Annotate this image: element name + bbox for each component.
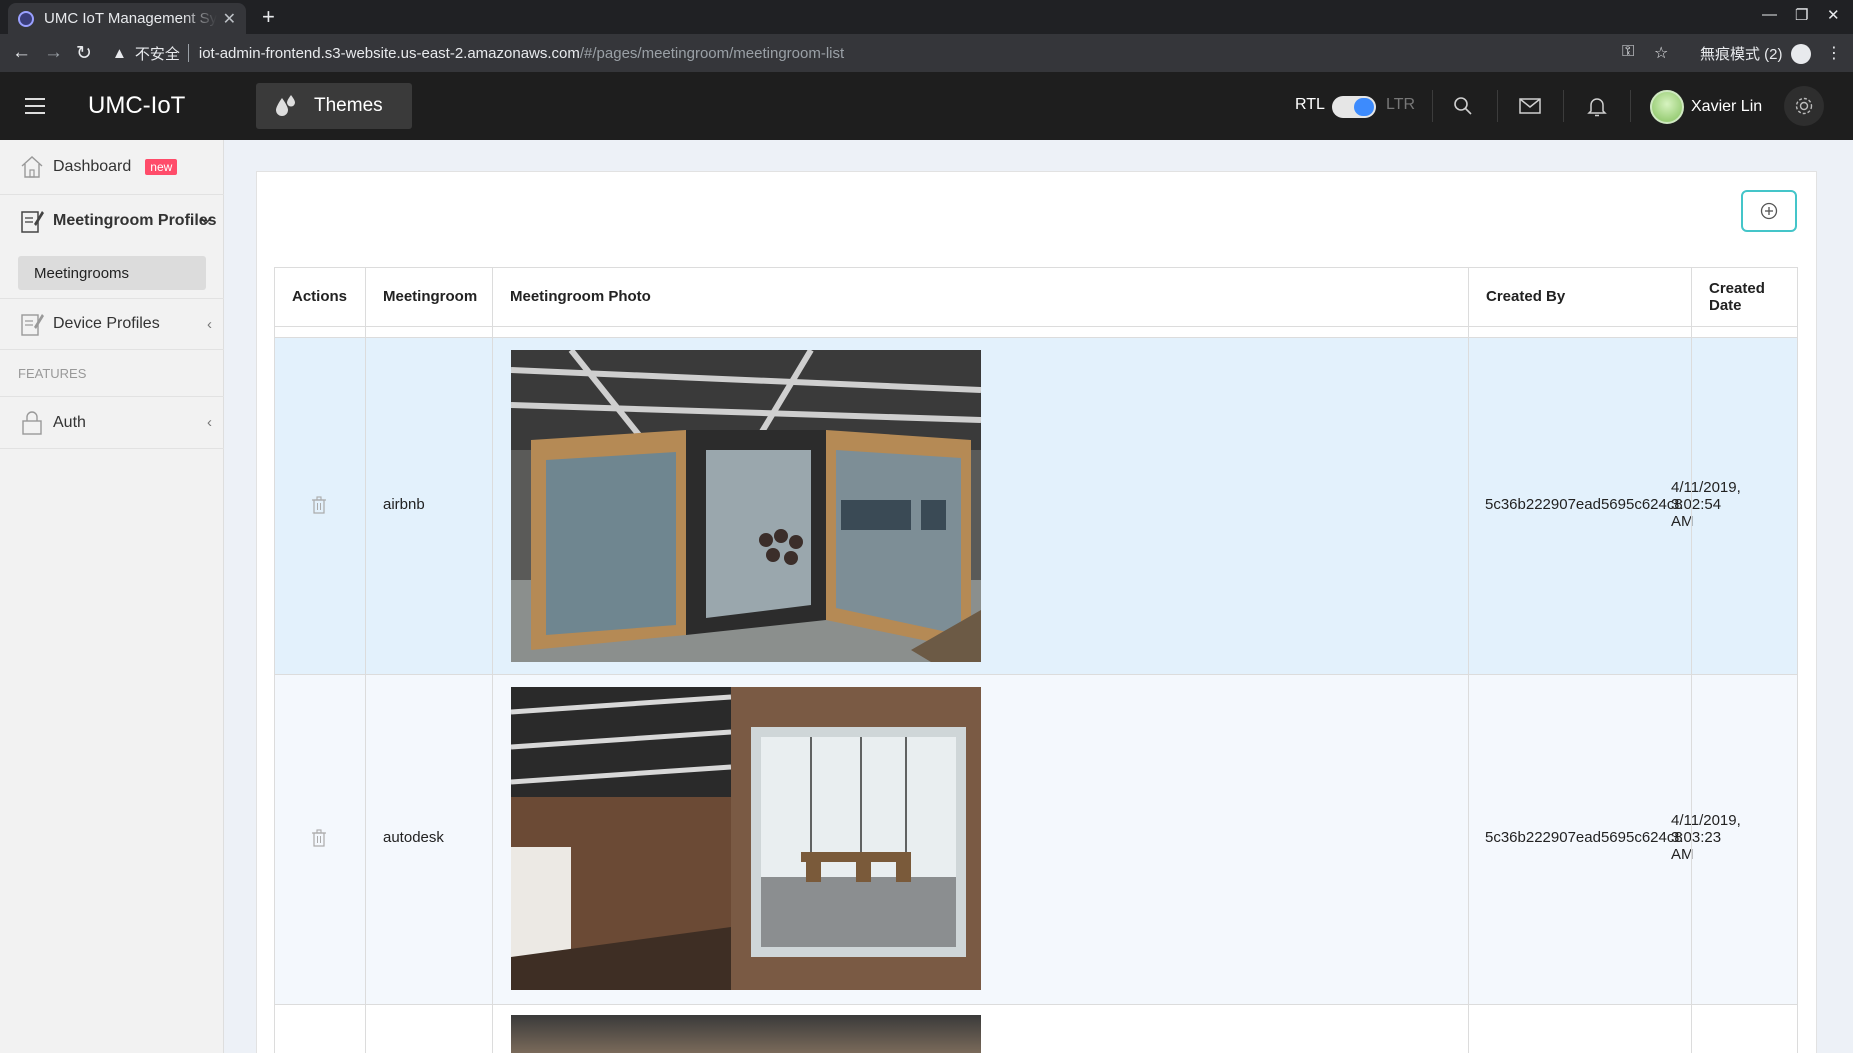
sidebar-item-label: Device Profiles	[53, 315, 160, 332]
created-by: 5c36b222907ead5695c624c8	[1485, 496, 1683, 513]
themes-button[interactable]: Themes	[256, 83, 412, 129]
rtl-label: RTL	[1295, 96, 1325, 113]
incognito-indicator[interactable]: 無痕模式 (2)	[1700, 43, 1811, 64]
sidebar-item-device-profiles[interactable]: Device Profiles ‹	[0, 298, 224, 350]
search-icon[interactable]	[1452, 95, 1476, 117]
sidebar-item-label: Dashboard	[53, 158, 132, 175]
incognito-icon	[1790, 43, 1811, 64]
home-icon	[21, 156, 43, 178]
meetingroom-photo	[511, 350, 981, 662]
table-row[interactable]: airbnb 5c36b222907ead5695c624c8 4/11/201…	[275, 338, 1797, 675]
user-name[interactable]: Xavier Lin	[1691, 98, 1762, 116]
meetingroom-photo	[511, 1015, 981, 1053]
sidebar-item-label: Meetingroom Profiles	[53, 212, 217, 229]
meetingroom-photo	[511, 687, 981, 990]
edit-document-icon	[21, 211, 44, 233]
sidebar-item-auth[interactable]: Auth ‹	[0, 397, 224, 449]
incognito-label: 無痕模式 (2)	[1700, 46, 1783, 63]
key-icon[interactable]: ⚿	[1622, 43, 1634, 61]
plus-circle-icon	[1760, 202, 1778, 220]
back-icon[interactable]: ←	[12, 42, 31, 64]
layout-direction-toggle[interactable]	[1332, 96, 1376, 118]
lock-icon	[22, 410, 42, 435]
sidebar-item-meetingroom-profiles[interactable]: Meetingroom Profiles	[0, 195, 224, 247]
chevron-left-icon: ‹	[207, 315, 212, 333]
header-divider	[274, 326, 1798, 327]
column-divider	[365, 267, 366, 1053]
bookmark-star-icon[interactable]: ☆	[1654, 43, 1668, 63]
app-header: UMC-IoT Themes RTL LTR Xavier Lin	[0, 72, 1853, 140]
created-date: 4/11/2019, 3:03:23 AM	[1671, 812, 1741, 863]
restore-icon[interactable]: ❐	[1795, 6, 1808, 24]
table-row[interactable]: autodesk 5c36b222907ead5695c624c8 4/11/2…	[275, 675, 1797, 1005]
not-secure-label: 不安全	[134, 45, 180, 63]
browser-tab-bar: UMC IoT Management System ✕ + — ❐ ✕	[0, 0, 1853, 34]
trash-icon[interactable]	[311, 496, 327, 514]
meetingroom-name: autodesk	[383, 829, 444, 846]
created-date: 4/11/2019, 3:02:54 AM	[1671, 479, 1741, 530]
header-divider	[1432, 90, 1433, 122]
url-path: /#/pages/meetingroom/meetingroom-list	[579, 44, 845, 62]
sidebar-item-dashboard[interactable]: Dashboard new	[0, 140, 224, 195]
created-by: 5c36b222907ead5695c624c8	[1485, 829, 1683, 846]
meetingroom-name: airbnb	[383, 496, 425, 513]
column-divider	[1468, 267, 1469, 1053]
ltr-label: LTR	[1386, 96, 1416, 113]
column-header-photo[interactable]: Meetingroom Photo	[510, 288, 651, 305]
header-divider	[1630, 90, 1631, 122]
browser-menu-icon[interactable]: ⋮	[1826, 43, 1842, 63]
header-divider	[1563, 90, 1564, 122]
mail-icon[interactable]	[1518, 95, 1542, 117]
minimize-icon[interactable]: —	[1762, 6, 1777, 23]
close-tab-icon[interactable]: ✕	[223, 9, 236, 29]
reload-icon[interactable]: ↻	[76, 42, 92, 65]
header-divider	[1497, 90, 1498, 122]
column-header-meetingroom[interactable]: Meetingroom	[383, 288, 477, 305]
url-divider	[187, 44, 189, 62]
browser-address-bar: ← → ↻ ▲ 不安全 iot-admin-frontend.s3-websit…	[0, 34, 1853, 72]
gear-icon	[1795, 97, 1813, 115]
sidebar-section-features: FEATURES	[18, 366, 87, 381]
header-divider	[274, 337, 1798, 338]
sidebar-item-label: Auth	[53, 413, 86, 431]
tab-title: UMC IoT Management System	[44, 10, 217, 27]
bell-icon[interactable]	[1585, 95, 1609, 117]
warning-icon: ▲	[112, 44, 127, 62]
close-window-icon[interactable]: ✕	[1827, 6, 1840, 24]
add-meetingroom-button[interactable]	[1741, 190, 1797, 232]
sidebar-item-meetingrooms[interactable]: Meetingrooms	[18, 256, 206, 290]
url-field[interactable]: ▲ 不安全 iot-admin-frontend.s3-website.us-e…	[112, 39, 1662, 67]
column-header-actions: Actions	[292, 288, 348, 305]
settings-button[interactable]	[1784, 86, 1824, 126]
favicon-icon	[18, 10, 34, 27]
menu-toggle-icon[interactable]	[25, 98, 45, 114]
column-divider	[492, 267, 493, 1053]
themes-label: Themes	[314, 95, 383, 116]
forward-icon[interactable]: →	[44, 42, 63, 64]
column-header-created-date[interactable]: Created Date	[1709, 280, 1765, 314]
chevron-down-icon	[200, 217, 212, 225]
edit-document-icon	[21, 314, 44, 336]
chevron-left-icon: ‹	[207, 414, 212, 431]
trash-icon[interactable]	[311, 829, 327, 847]
table-row[interactable]	[275, 1005, 1797, 1053]
new-tab-button[interactable]: +	[262, 4, 275, 30]
column-header-created-by[interactable]: Created By	[1486, 288, 1565, 305]
new-badge: new	[145, 159, 178, 175]
avatar[interactable]	[1650, 90, 1684, 124]
column-divider	[1691, 267, 1692, 1053]
sidebar: Dashboard new Meetingroom Profiles Meeti…	[0, 140, 224, 1053]
url-host: iot-admin-frontend.s3-website.us-east-2.…	[198, 44, 580, 62]
brand-logo[interactable]: UMC-IoT	[88, 92, 185, 120]
browser-tab[interactable]: UMC IoT Management System ✕	[8, 3, 246, 34]
droplet-icon	[276, 95, 295, 116]
